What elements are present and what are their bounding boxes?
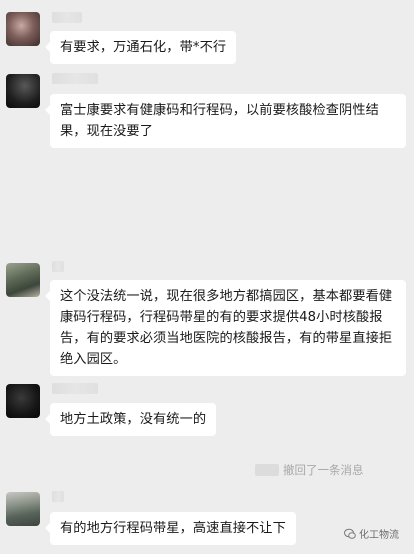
notice-name-redacted bbox=[255, 464, 279, 476]
wechat-icon bbox=[344, 528, 356, 539]
avatar[interactable] bbox=[6, 263, 40, 297]
avatar[interactable] bbox=[6, 74, 40, 108]
avatar[interactable] bbox=[6, 12, 40, 46]
recall-notice: 撤回了一条消息 bbox=[255, 463, 364, 477]
message-text: 有要求，万通石化，带*不行 bbox=[60, 40, 227, 55]
avatar[interactable] bbox=[6, 492, 40, 526]
recall-notice-text: 撤回了一条消息 bbox=[283, 463, 364, 477]
sender-name-redacted bbox=[52, 12, 82, 23]
message-bubble[interactable]: 富士康要求有健康码和行程码，以前要核酸检查阴性结果，现在没要了 bbox=[45, 94, 406, 148]
sender-name-redacted bbox=[52, 73, 98, 84]
message-bubble[interactable]: 这个没法统一说，现在很多地方都搞园区，基本都要看健康码行程码，行程码带星的有的要… bbox=[45, 280, 406, 376]
sender-name-redacted bbox=[52, 261, 64, 272]
avatar[interactable] bbox=[6, 384, 40, 418]
sender-name-redacted bbox=[52, 383, 98, 394]
message-text: 富士康要求有健康码和行程码，以前要核酸检查阴性结果，现在没要了 bbox=[60, 103, 379, 139]
watermark-text: 化工物流 bbox=[359, 530, 399, 541]
message-text: 这个没法统一说，现在很多地方都搞园区，基本都要看健康码行程码，行程码带星的有的要… bbox=[60, 289, 393, 367]
message-bubble[interactable]: 有要求，万通石化，带*不行 bbox=[44, 31, 237, 64]
message-bubble[interactable]: 地方土政策，没有统一的 bbox=[44, 403, 217, 436]
sender-name-redacted bbox=[52, 491, 64, 502]
message-bubble[interactable]: 有的地方行程码带星，高速直接不让下 bbox=[45, 512, 296, 545]
message-text: 有的地方行程码带星，高速直接不让下 bbox=[60, 521, 286, 536]
watermark: 化工物流 bbox=[344, 528, 399, 544]
message-text: 地方土政策，没有统一的 bbox=[60, 412, 207, 427]
